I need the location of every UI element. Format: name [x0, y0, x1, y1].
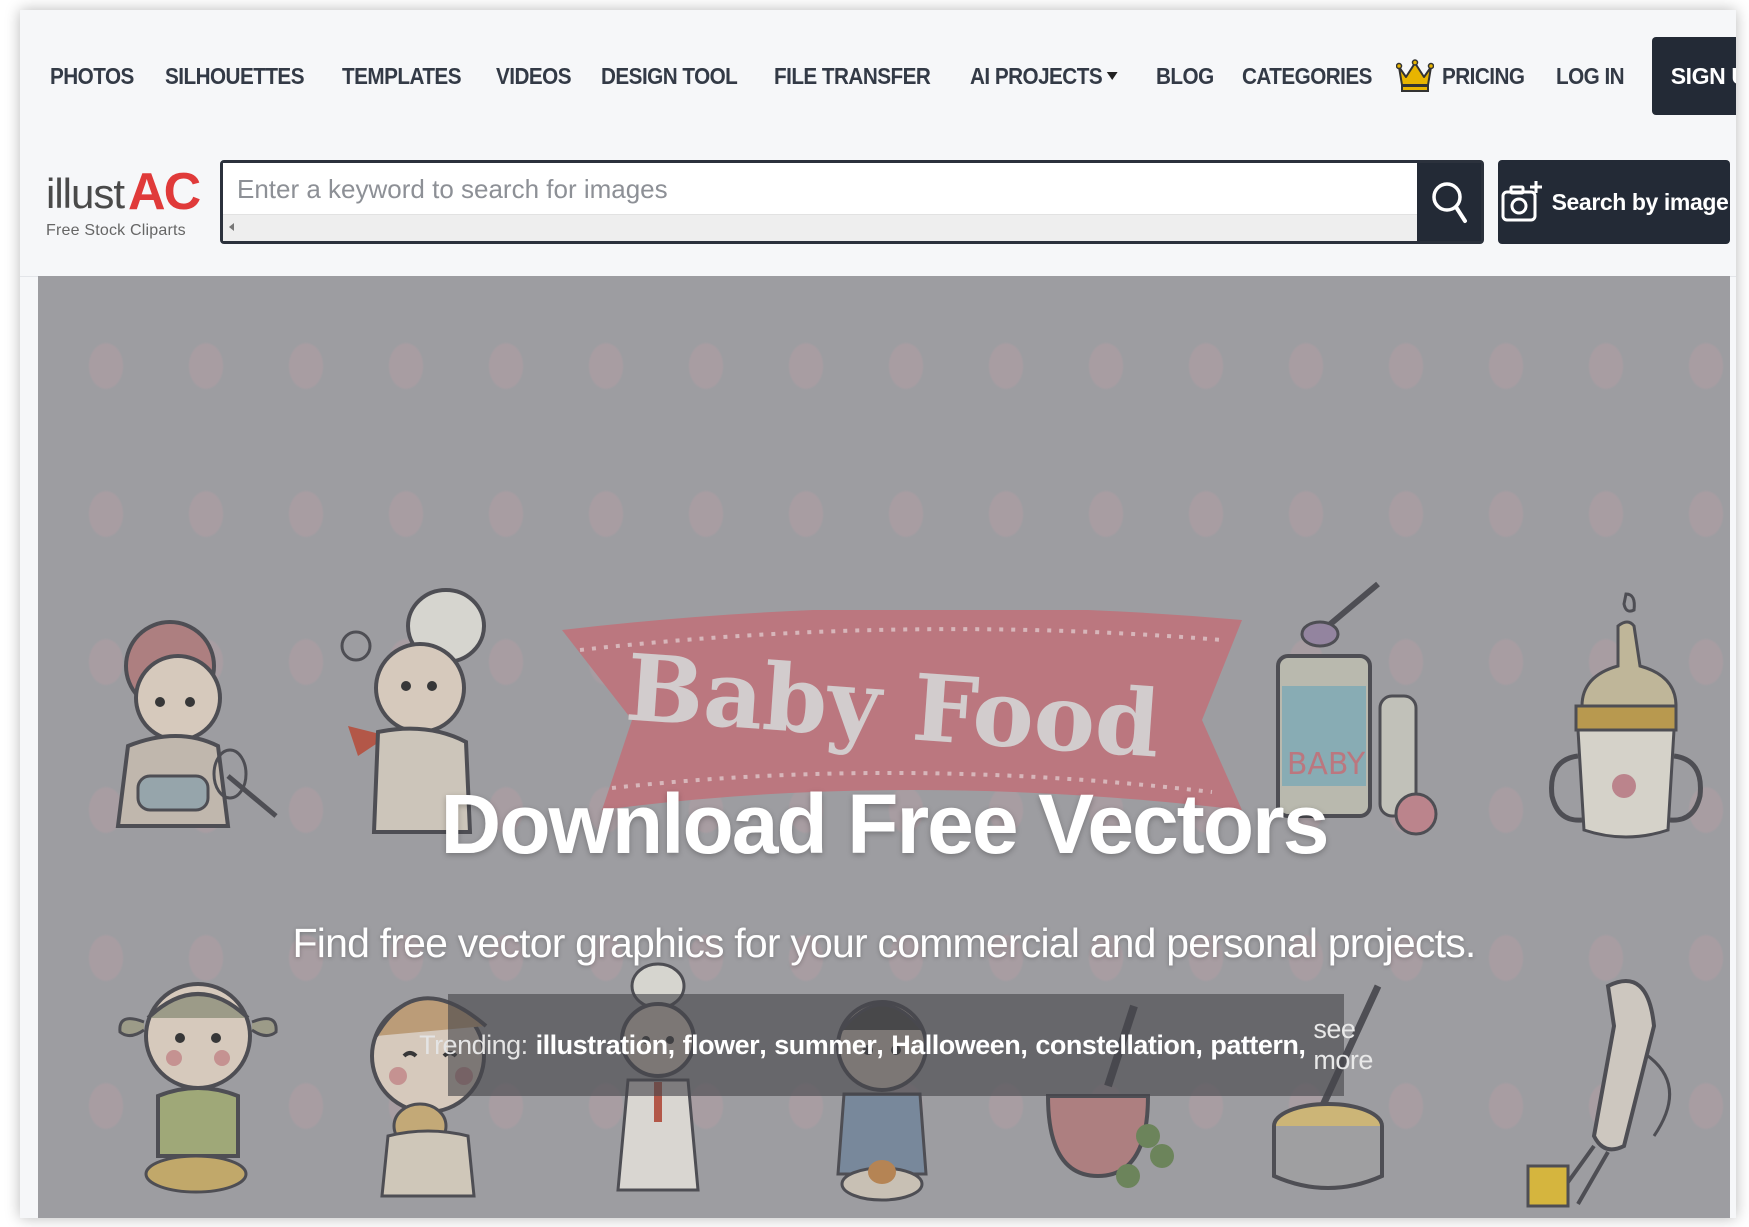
trending-separator: ,: [1195, 1029, 1203, 1060]
crown-icon: [1396, 59, 1435, 92]
nav-design-tool[interactable]: DESIGN TOOL: [601, 63, 738, 90]
browser-page: PHOTOS SILHOUETTES TEMPLATES VIDEOS DESI…: [20, 10, 1736, 1218]
nav-ai-projects-label: AI PROJECTS: [970, 62, 1103, 89]
trending-tag-summer[interactable]: summer: [774, 1030, 877, 1061]
camera-plus-icon: [1501, 181, 1542, 222]
search-icon: [1432, 182, 1467, 223]
nav-templates[interactable]: TEMPLATES: [342, 63, 462, 90]
signup-button[interactable]: SIGN UP: [1651, 37, 1736, 115]
nav-videos[interactable]: VIDEOS: [496, 63, 572, 90]
logo-ac: AC: [128, 163, 201, 221]
search-input[interactable]: [223, 163, 1417, 215]
nav-pricing[interactable]: PRICING: [1442, 63, 1525, 90]
see-more-link[interactable]: see more: [1313, 1014, 1373, 1076]
trending-separator: ,: [1020, 1029, 1028, 1060]
caret-down-icon: [1106, 72, 1118, 80]
nav-right: PRICING LOG IN SIGN UP: [1396, 37, 1736, 115]
logo-tagline: Free Stock Cliparts: [46, 222, 186, 239]
nav-file-transfer[interactable]: FILE TRANSFER: [774, 63, 931, 90]
trending-separator: ,: [876, 1029, 884, 1060]
search-by-image-label: Search by image: [1551, 188, 1729, 215]
trending-separator: ,: [1298, 1029, 1306, 1060]
nav-categories[interactable]: CATEGORIES: [1242, 63, 1372, 90]
nav-ai-projects[interactable]: AI PROJECTS: [970, 62, 1118, 90]
trending-tag-constellation[interactable]: constellation: [1035, 1030, 1196, 1061]
search-button[interactable]: [1417, 163, 1481, 241]
trending-tag-flower[interactable]: flower: [683, 1030, 760, 1061]
nav-links: PHOTOS SILHOUETTES TEMPLATES VIDEOS DESI…: [38, 63, 1396, 90]
trending-label: Trending:: [419, 1029, 528, 1060]
nav-photos[interactable]: PHOTOS: [50, 63, 134, 90]
logo-word: illust: [46, 170, 125, 217]
search-by-image-button[interactable]: Search by image: [1498, 160, 1730, 244]
trending-separator: ,: [759, 1029, 767, 1060]
trending-tag-pattern[interactable]: pattern: [1210, 1030, 1299, 1061]
trending-tag-illustration[interactable]: illustration: [536, 1030, 669, 1061]
hero-section: Baby Food BABY Download Free Vectors Fin…: [38, 276, 1730, 1218]
site-logo[interactable]: illust AC Free Stock Cliparts: [46, 158, 206, 258]
scroll-left-arrow-icon[interactable]: [229, 223, 234, 231]
search-input-wrap: [223, 163, 1417, 241]
nav-silhouettes[interactable]: SILHOUETTES: [165, 63, 305, 90]
search-header: illust AC Free Stock Cliparts Enter a ke…: [20, 138, 1736, 277]
search-box: [220, 160, 1484, 244]
trending-separator: ,: [667, 1029, 676, 1060]
top-navigation: PHOTOS SILHOUETTES TEMPLATES VIDEOS DESI…: [38, 30, 1736, 122]
trending-bar: Trending: illustration, flower, summer, …: [419, 994, 1373, 1096]
logo-mark: illust AC: [46, 158, 206, 218]
hero-subtitle: Find free vector graphics for your comme…: [292, 920, 1477, 966]
trending-tag-halloween[interactable]: Halloween: [891, 1030, 1021, 1061]
input-scrollbar[interactable]: [223, 214, 1417, 241]
nav-blog[interactable]: BLOG: [1156, 63, 1214, 90]
hero-title: Download Free Vectors: [440, 777, 1330, 871]
nav-login[interactable]: LOG IN: [1556, 63, 1625, 90]
